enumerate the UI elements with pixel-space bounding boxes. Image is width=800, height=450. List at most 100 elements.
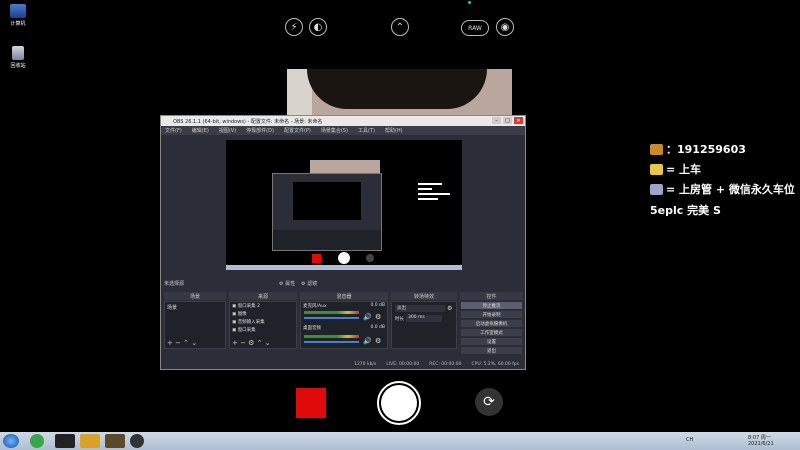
menu-tools[interactable]: 工具(T)	[358, 127, 375, 134]
volume-slider[interactable]	[304, 341, 359, 343]
flip-camera-button[interactable]: ⟳	[475, 388, 503, 416]
mixer-channel-db: 0.0 dB	[370, 325, 385, 330]
desktop-icon-label: 回收站	[10, 63, 26, 69]
start-button[interactable]	[3, 434, 19, 448]
cpu-usage: CPU: 5.2%, 60.00 fps	[471, 362, 520, 367]
chevron-up-icon: ⌃	[395, 21, 405, 33]
overlay-line-qq: ：191259603	[650, 141, 746, 157]
properties-button[interactable]: ⚙ 属性	[279, 280, 295, 287]
duration-label: 时长	[395, 317, 404, 322]
exit-button[interactable]: 退出	[461, 347, 522, 354]
menu-edit[interactable]: 编辑(E)	[192, 127, 209, 134]
taskbar-app-folder[interactable]	[80, 434, 100, 448]
preview-overlay-text	[418, 180, 458, 204]
clock-time[interactable]: 8:07 周一	[748, 434, 771, 441]
live-time: LIVE: 00:00:00	[386, 362, 420, 367]
properties-label: 属性	[285, 281, 296, 287]
transition-select[interactable]: 淡出	[395, 305, 445, 312]
overlay-text: = 上房管 + 微信永久车位	[666, 183, 795, 196]
source-toolbar[interactable]: + − ⚙ ⌃ ⌄	[232, 339, 271, 347]
mixer-channel: 桌面音频 0.0 dB	[301, 324, 387, 332]
maximize-button[interactable]: □	[503, 117, 512, 124]
desktop-icon-recycle-bin[interactable]: 回收站	[4, 46, 32, 69]
desktop-icon-computer[interactable]: 计算机	[4, 4, 32, 27]
record-button[interactable]	[296, 388, 326, 418]
duration-value: 300 ms	[408, 315, 425, 320]
preview-taskbar	[226, 265, 462, 270]
obs-preview[interactable]	[226, 140, 462, 270]
keyboard-icon	[650, 183, 663, 195]
volume-meter	[304, 311, 359, 314]
menu-docks[interactable]: 停靠部件(D)	[246, 127, 274, 134]
flash-off-button[interactable]: ⚡	[285, 18, 303, 36]
source-item-label: 窗口采集	[237, 328, 256, 333]
clock-date[interactable]: 2021/6/21	[748, 441, 774, 447]
raw-toggle[interactable]: RAW	[461, 20, 489, 36]
menu-view[interactable]: 视图(V)	[219, 127, 236, 134]
overlay-text: = 上车	[666, 163, 702, 176]
hdr-button[interactable]: ◐	[309, 18, 327, 36]
menu-profile[interactable]: 配置文件(P)	[284, 127, 311, 134]
computer-icon	[10, 4, 26, 18]
filters-label: 滤镜	[307, 281, 318, 287]
mixer-channel-name: 桌面音频	[303, 326, 321, 331]
taskbar-app-avatar[interactable]	[55, 434, 75, 448]
minimize-button[interactable]: –	[492, 117, 501, 124]
transitions-dock: 淡出 ⚙ 时长 300 ms	[391, 301, 457, 349]
obs-title-bar[interactable]: OBS 26.1.1 (64-bit, windows) - 配置文件: 未命名…	[161, 116, 525, 126]
expand-button[interactable]: ⌃	[391, 18, 409, 36]
source-item[interactable]: ▣ 窗口采集	[230, 326, 296, 334]
menu-scene-collection[interactable]: 场景集合(S)	[321, 127, 348, 134]
speaker-icon[interactable]: 🔊	[363, 337, 372, 345]
sources-dock: ▣ 窗口采集 2 ▣ 图像 ▣ 音频输入采集 ▣ 窗口采集 + − ⚙ ⌃ ⌄	[229, 301, 297, 349]
overlay-text: 5eplc 完美 S	[650, 204, 721, 217]
scene-item[interactable]: 场景	[165, 302, 225, 313]
volume-meter	[304, 335, 359, 338]
status-dot	[468, 1, 471, 4]
studio-mode-button[interactable]: 工作室模式	[461, 329, 522, 336]
overlay-line-board: = 上车	[650, 161, 701, 177]
gear-icon[interactable]: ⚙	[375, 337, 381, 345]
flash-icon: ⚡	[290, 21, 298, 33]
mixer-channel-db: 0.0 dB	[370, 303, 385, 308]
menu-file[interactable]: 文件(F)	[165, 127, 182, 134]
stop-streaming-button[interactable]: 停止推流	[461, 302, 522, 309]
menu-help[interactable]: 帮助(H)	[385, 127, 403, 134]
shutter-button[interactable]	[377, 381, 421, 425]
taskbar-app-obs[interactable]	[130, 434, 144, 448]
source-item[interactable]: ▣ 音频输入采集	[230, 318, 296, 326]
overlay-line-admin: = 上房管 + 微信永久车位	[650, 181, 795, 197]
scenes-dock-title: 场景	[164, 292, 226, 300]
close-button[interactable]: ✕	[514, 117, 523, 124]
source-item[interactable]: ▣ 窗口采集 2	[230, 302, 296, 310]
settings-button[interactable]: 设置	[461, 338, 522, 345]
input-language[interactable]: CH	[686, 437, 693, 443]
mixer-channel: 麦克风/Aux 0.0 dB	[301, 302, 387, 310]
speaker-icon[interactable]: 🔊	[363, 313, 372, 321]
obs-window[interactable]: OBS 26.1.1 (64-bit, windows) - 配置文件: 未命名…	[160, 115, 526, 370]
live-photo-button[interactable]: ◉	[496, 18, 514, 36]
recycle-bin-icon	[12, 46, 24, 60]
bitrate: 1270 kb/s	[354, 362, 377, 367]
gear-icon[interactable]: ⚙	[375, 313, 381, 321]
start-recording-button[interactable]: 开始录制	[461, 311, 522, 318]
obs-status-bar: 1270 kb/s LIVE: 00:00:00 REC: 00:00:00 C…	[161, 360, 525, 369]
gear-icon[interactable]: ⚙	[447, 305, 452, 312]
mixer-dock-title: 混音器	[300, 292, 388, 300]
raw-label: RAW	[468, 24, 482, 32]
filters-button[interactable]: ⚙ 滤镜	[301, 280, 317, 287]
source-selected-label: 未选择源	[164, 281, 185, 287]
sources-dock-title: 来源	[229, 292, 297, 300]
source-item-label: 窗口采集 2	[237, 304, 260, 309]
duration-input[interactable]: 300 ms	[406, 315, 442, 322]
taskbar-app-360[interactable]	[30, 434, 44, 448]
source-item[interactable]: ▣ 图像	[230, 310, 296, 318]
volume-slider[interactable]	[304, 317, 359, 319]
taskbar-app-game[interactable]	[105, 434, 125, 448]
camera-feed	[287, 69, 512, 121]
virtual-camera-button[interactable]: 启动虚拟摄像机	[461, 320, 522, 327]
flip-icon: ⟳	[483, 394, 495, 410]
scene-toolbar[interactable]: + − ⌃ ⌄	[167, 339, 197, 347]
shutter-inner	[381, 385, 417, 421]
preview-nested-window	[272, 173, 382, 251]
